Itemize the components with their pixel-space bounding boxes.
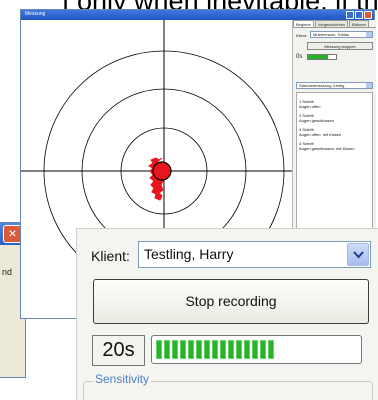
client-label: Klient: <box>296 33 308 38</box>
close-button[interactable] <box>364 11 372 19</box>
progress-segment <box>188 340 194 359</box>
timer-display: 0s <box>296 54 303 60</box>
center-of-pressure-marker <box>152 161 172 181</box>
progress-segment <box>244 340 250 359</box>
tab-vorgeschichten[interactable]: Vorgeschichten <box>314 20 349 27</box>
window-title-bar: Messung <box>21 10 374 20</box>
step-3[interactable]: 3 Schritt Augen offen, mit Kissen <box>299 127 341 137</box>
progress-segment <box>220 340 226 359</box>
timer-progress-bar <box>307 54 337 60</box>
client-select[interactable]: Mustermann, Tobias <box>310 31 373 38</box>
progress-segment <box>180 340 186 359</box>
maximize-button[interactable] <box>355 11 363 19</box>
stop-recording-button[interactable]: Stop recording <box>93 279 369 324</box>
recording-progress-bar <box>151 335 362 364</box>
timer-progress-fill <box>308 55 328 59</box>
progress-segment <box>228 340 234 359</box>
stop-measurement-button[interactable]: Messung stoppen <box>307 42 373 50</box>
minimize-button[interactable] <box>346 11 354 19</box>
tab-beginne[interactable]: Beginne <box>293 20 314 27</box>
progress-segment <box>260 340 266 359</box>
progress-segment <box>204 340 210 359</box>
step-2[interactable]: 2 Schritt Augen geschlossen <box>299 113 334 123</box>
back-dialog-text: nd <box>2 267 13 277</box>
chevron-down-icon[interactable] <box>366 32 372 37</box>
chevron-down-icon[interactable] <box>347 243 369 266</box>
zoomed-control-panel: Klient: Testling, Harry Stop recording 2… <box>76 228 378 400</box>
progress-segment <box>164 340 170 359</box>
sensitivity-label: Sensitivity <box>93 372 152 386</box>
mode-select[interactable]: Standardmessung 4-teilig <box>296 82 373 89</box>
client-select-zoomed[interactable]: Testling, Harry <box>138 241 371 268</box>
client-label-zoomed: Klient: <box>91 248 130 264</box>
client-select-value: Mustermann, Tobias <box>313 32 349 37</box>
mode-select-value: Standardmessung 4-teilig <box>299 83 345 88</box>
progress-segment <box>212 340 218 359</box>
window-title: Messung <box>25 11 46 17</box>
recording-timer: 20s <box>92 335 145 366</box>
progress-segment <box>156 340 162 359</box>
progress-segment <box>236 340 242 359</box>
progress-segment <box>172 340 178 359</box>
chevron-down-icon[interactable] <box>366 83 372 88</box>
step-1[interactable]: 1 Schritt Augen offen <box>299 99 321 109</box>
progress-segment <box>196 340 202 359</box>
progress-segment <box>268 340 274 359</box>
client-select-value-zoomed: Testling, Harry <box>144 246 234 262</box>
step-4[interactable]: 4 Schritt Augen geschlossen, mit Kissen <box>299 141 355 151</box>
tab-buehnen[interactable]: Bühnen <box>349 20 369 27</box>
progress-segment <box>252 340 258 359</box>
side-panel-tabs: Beginne Vorgeschichten Bühnen <box>293 20 376 28</box>
